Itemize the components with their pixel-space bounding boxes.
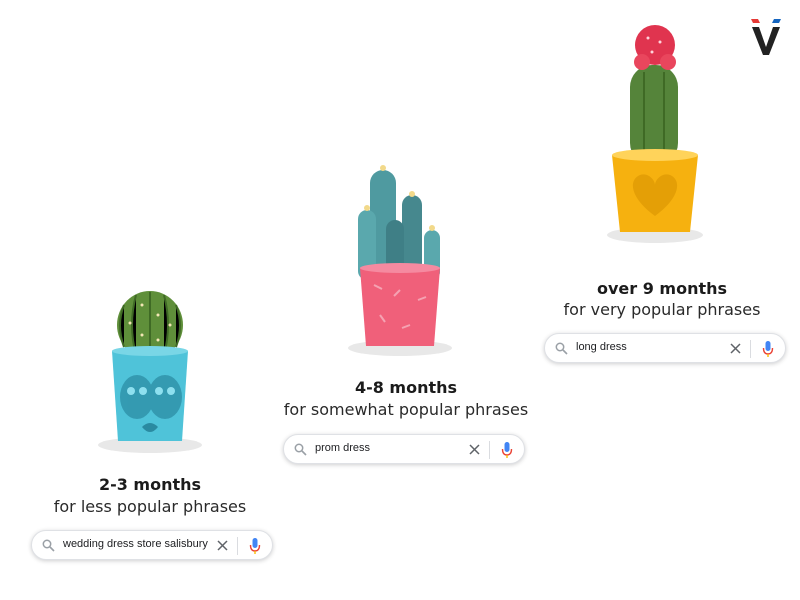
mic-icon[interactable] xyxy=(501,441,513,459)
search-divider xyxy=(489,441,490,459)
moon-cactus-icon xyxy=(607,25,703,243)
search-bar-1[interactable]: wedding dress store salisbury xyxy=(31,530,273,560)
search-icon xyxy=(555,342,568,355)
search-bar-2[interactable]: prom dress xyxy=(283,434,525,464)
search-bar-3[interactable]: long dress xyxy=(544,333,786,363)
brand-logo-icon xyxy=(751,19,781,55)
stage-1-subtitle: for less popular phrases xyxy=(53,497,247,516)
stage-3-subtitle: for very popular phrases xyxy=(563,300,761,319)
search-icon xyxy=(294,443,307,456)
clear-icon[interactable] xyxy=(729,342,742,355)
search-query[interactable]: prom dress xyxy=(315,442,370,454)
search-query[interactable]: long dress xyxy=(576,341,627,353)
search-icon xyxy=(42,539,55,552)
round-cactus-icon xyxy=(98,291,202,453)
column-cactus-icon xyxy=(348,165,452,356)
search-query[interactable]: wedding dress store salisbury xyxy=(63,538,208,550)
mic-icon[interactable] xyxy=(249,537,261,555)
clear-icon[interactable] xyxy=(216,539,229,552)
search-divider xyxy=(237,537,238,555)
stage-2-title: 4-8 months xyxy=(354,378,458,397)
mic-icon[interactable] xyxy=(762,340,774,358)
search-divider xyxy=(750,340,751,358)
clear-icon[interactable] xyxy=(468,443,481,456)
stage-3-title: over 9 months xyxy=(596,279,728,298)
stage-1-title: 2-3 months xyxy=(98,475,202,494)
stage-2-subtitle: for somewhat popular phrases xyxy=(283,400,529,419)
